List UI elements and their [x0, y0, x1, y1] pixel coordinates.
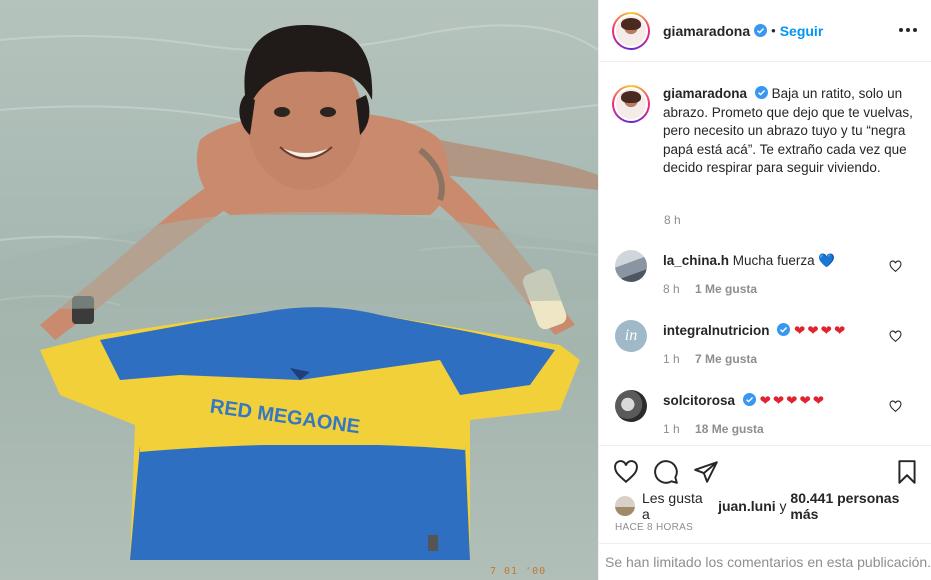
likes-summary: Les gusta a juan.luni y 80.441 personas …	[615, 490, 931, 522]
caption-time[interactable]: 8 h	[664, 213, 681, 227]
comment-meta: 8 h 1 Me gusta	[663, 282, 757, 296]
caption-username[interactable]: giamaradona	[663, 86, 747, 101]
comment-likes[interactable]: 1 Me gusta	[695, 282, 757, 296]
comment-body: solcitorosa ❤❤❤❤❤	[663, 392, 883, 410]
comment-meta: 1 h 7 Me gusta	[663, 352, 757, 366]
integral-logo-icon: in	[624, 327, 638, 344]
post-photo[interactable]: RED MEGAONE 7 01 '00	[0, 0, 598, 580]
verified-badge-icon	[754, 24, 768, 37]
comment-body: integralnutricion ❤❤❤❤	[663, 322, 883, 340]
verified-badge-icon	[754, 86, 768, 99]
like-comment-heart-icon[interactable]	[889, 400, 902, 413]
liker-avatar[interactable]	[615, 496, 635, 516]
photo-illustration: RED MEGAONE	[0, 24, 598, 560]
post-header: giamaradona • Seguir	[599, 0, 931, 62]
likes-count[interactable]: 80.441 personas más	[790, 490, 931, 522]
caption-text-block: giamaradona Baja un ratito, solo un abra…	[663, 85, 915, 178]
red-hearts-emoji: ❤❤❤❤	[794, 323, 848, 338]
verified-badge-icon	[777, 323, 791, 336]
comment-time[interactable]: 1 h	[663, 422, 680, 436]
separator-dot: •	[771, 23, 776, 38]
author-avatar[interactable]	[612, 11, 650, 50]
photo-date-stamp: 7 01 '00	[490, 566, 547, 577]
liker-username[interactable]: juan.luni	[718, 498, 776, 514]
follow-button[interactable]: Seguir	[780, 23, 824, 39]
comment-username[interactable]: integralnutricion	[663, 323, 770, 338]
blue-heart-emoji: 💙	[818, 253, 836, 268]
comment-time[interactable]: 1 h	[663, 352, 680, 366]
likes-connector: y	[779, 498, 787, 514]
comment-text: Mucha fuerza	[732, 253, 815, 268]
verified-badge-icon	[742, 393, 756, 406]
caption: giamaradona Baja un ratito, solo un abra…	[612, 85, 922, 178]
save-bookmark-icon[interactable]	[894, 459, 920, 485]
instagram-post: RED MEGAONE 7 01 '00 giamaradona • Segui…	[0, 0, 931, 580]
like-comment-heart-icon[interactable]	[889, 260, 902, 273]
comment-time[interactable]: 8 h	[663, 282, 680, 296]
comment-bubble-icon[interactable]	[653, 459, 679, 485]
comments-limited-notice: Se han limitado los comentarios en esta …	[599, 543, 931, 580]
comment-meta: 1 h 18 Me gusta	[663, 422, 764, 436]
comment-avatar[interactable]	[615, 390, 647, 422]
caption-avatar[interactable]	[612, 85, 650, 123]
comment-username[interactable]: solcitorosa	[663, 393, 735, 408]
action-bar	[599, 445, 931, 495]
comment-body: la_china.h Mucha fuerza 💙	[663, 252, 883, 270]
comment-likes[interactable]: 7 Me gusta	[695, 352, 757, 366]
post-timestamp[interactable]: HACE 8 HORAS	[615, 522, 693, 533]
like-heart-icon[interactable]	[613, 459, 639, 485]
more-options-icon[interactable]	[898, 20, 918, 40]
comment-avatar[interactable]: in	[615, 320, 647, 352]
post-side-panel: giamaradona • Seguir giamaradona Baja un…	[598, 0, 931, 580]
author-username[interactable]: giamaradona	[663, 23, 750, 39]
likes-prefix: Les gusta a	[641, 490, 703, 522]
comment-avatar[interactable]	[615, 250, 647, 282]
share-paper-plane-icon[interactable]	[693, 459, 719, 485]
red-hearts-emoji: ❤❤❤❤❤	[759, 393, 827, 408]
comment-username[interactable]: la_china.h	[663, 253, 729, 268]
comment-likes[interactable]: 18 Me gusta	[695, 422, 764, 436]
like-comment-heart-icon[interactable]	[889, 330, 902, 343]
